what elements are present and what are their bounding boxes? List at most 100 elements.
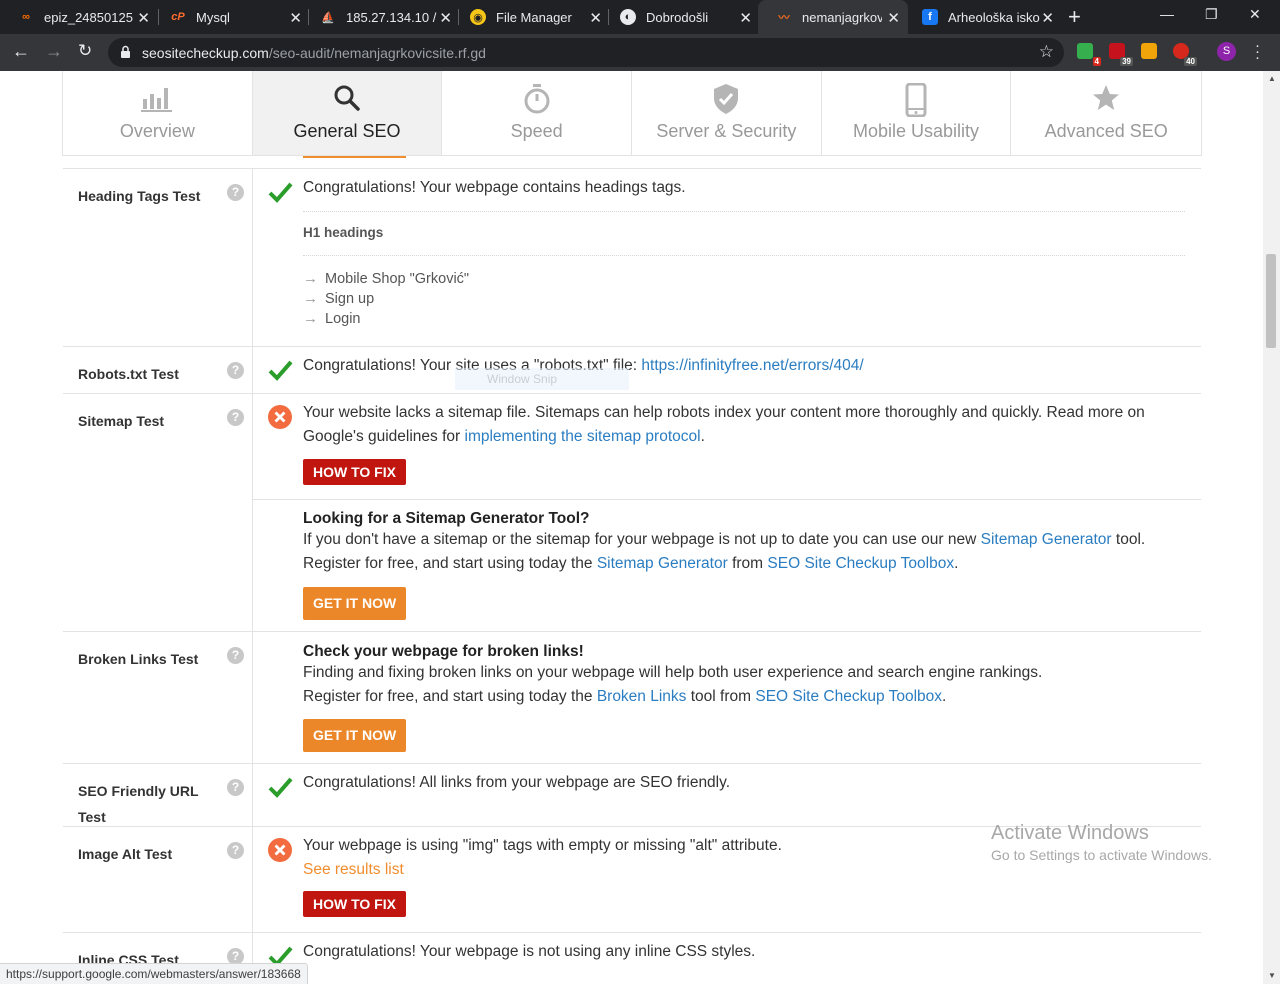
close-tab-icon[interactable]: ✕ — [739, 9, 752, 27]
status-bar-url: https://support.google.com/webmasters/an… — [0, 963, 308, 984]
tab-title: Dobrodošli — [646, 9, 709, 25]
test-name: SEO Friendly URL Test — [78, 783, 199, 825]
browser-tab-dobrodosli[interactable]: ◐ Dobrodošli ✕ — [602, 0, 760, 34]
close-tab-icon[interactable]: ✕ — [1041, 9, 1054, 27]
test-name: Broken Links Test — [78, 651, 199, 667]
how-to-fix-button[interactable]: HOW TO FIX — [303, 459, 406, 485]
browser-tab-mysql[interactable]: cP Mysql ✕ — [152, 0, 310, 34]
check-icon — [268, 777, 293, 798]
help-icon[interactable]: ? — [227, 362, 244, 379]
scroll-up-icon[interactable]: ▲ — [1268, 74, 1276, 83]
test-message: Congratulations! Your webpage is not usi… — [303, 943, 756, 960]
test-name: Image Alt Test — [78, 846, 173, 862]
tab-title: nemanjagrkovic — [802, 9, 882, 25]
how-to-fix-button[interactable]: HOW TO FIX — [303, 891, 406, 917]
star-icon — [1093, 85, 1120, 110]
help-icon[interactable]: ? — [227, 184, 244, 201]
browser-tab-file-manager[interactable]: ◉ File Manager ✕ — [452, 0, 610, 34]
help-icon[interactable]: ? — [227, 779, 244, 796]
profile-avatar[interactable]: S — [1217, 42, 1236, 61]
alert-extension-icon[interactable]: 40 — [1173, 43, 1197, 66]
url-text: seositecheckup.com/seo-audit/nemanjagrko… — [142, 45, 486, 61]
back-icon[interactable]: ← — [12, 41, 30, 62]
browser-tab-seositecheckup[interactable]: 〰 nemanjagrkovic ✕ — [758, 0, 908, 34]
robots-txt-row: Robots.txt Test? Congratulations! Your s… — [63, 346, 1201, 394]
close-tab-icon[interactable]: ✕ — [289, 9, 302, 27]
adguard-extension-icon[interactable]: 4 — [1077, 43, 1101, 66]
broken-links-title: Check your webpage for broken links! — [303, 643, 584, 660]
toolbox-link[interactable]: SEO Site Checkup Toolbox — [767, 555, 954, 572]
tab-server-security[interactable]: Server & Security — [632, 71, 822, 155]
browser-tab-epiz[interactable]: ∞ epiz_24850125 ( ✕ — [0, 0, 158, 34]
help-icon[interactable]: ? — [227, 842, 244, 859]
robots-link[interactable]: https://infinityfree.net/errors/404/ — [641, 357, 863, 374]
scrollbar-thumb[interactable] — [1266, 254, 1276, 348]
arrow-right-icon: → — [303, 270, 318, 287]
tab-speed[interactable]: Speed — [442, 71, 633, 155]
close-tab-icon[interactable]: ✕ — [439, 9, 452, 27]
reload-icon[interactable]: ↻ — [78, 41, 92, 61]
promo-text: If you don't have a sitemap or the sitem… — [303, 531, 1146, 572]
scroll-down-icon[interactable]: ▼ — [1268, 971, 1276, 980]
get-it-now-button[interactable]: GET IT NOW — [303, 587, 407, 620]
seo-category-nav: Overview General SEO Speed Server & Secu… — [62, 71, 1202, 156]
tab-overview[interactable]: Overview — [63, 71, 253, 155]
forward-icon[interactable]: → — [45, 41, 63, 62]
minimize-icon[interactable]: — — [1160, 6, 1174, 22]
cpanel-icon: cP — [171, 11, 185, 23]
broken-links-tool-link[interactable]: Broken Links — [597, 688, 687, 705]
test-message: Your webpage is using "img" tags with em… — [303, 837, 782, 854]
list-item: → Mobile Shop "Grković" — [303, 270, 470, 287]
infinity-icon: ∞ — [22, 11, 30, 23]
list-item: → Sign up — [303, 290, 375, 307]
browser-toolbar: ← → ↻ seositecheckup.com/seo-audit/neman… — [0, 34, 1280, 71]
see-results-link[interactable]: See results list — [303, 858, 404, 882]
tab-general-seo[interactable]: General SEO — [252, 71, 443, 155]
browser-tab-facebook[interactable]: f Arheološka isko ✕ — [904, 0, 1062, 34]
help-icon[interactable]: ? — [227, 647, 244, 664]
tab-title: File Manager — [496, 9, 572, 25]
close-tab-icon[interactable]: ✕ — [137, 9, 150, 27]
browser-menu-icon[interactable]: · · · — [1255, 38, 1260, 65]
divider — [303, 255, 1185, 256]
lock-icon — [121, 45, 130, 58]
sitemap-protocol-link[interactable]: implementing the sitemap protocol — [465, 428, 701, 445]
promo-title: Looking for a Sitemap Generator Tool? — [303, 510, 590, 527]
fail-x-icon — [268, 838, 292, 862]
get-it-now-button[interactable]: GET IT NOW — [303, 719, 407, 752]
abp-extension-icon[interactable]: 39 — [1109, 43, 1133, 66]
mobile-phone-icon — [905, 83, 927, 117]
tab-advanced-seo[interactable]: Advanced SEO — [1011, 71, 1201, 155]
sitemap-generator-link[interactable]: Sitemap Generator — [981, 531, 1112, 548]
new-tab-button[interactable]: + — [1068, 4, 1081, 30]
heading-tags-row: Heading Tags Test? Congratulations! Your… — [63, 168, 1201, 347]
browser-tab-phpmyadmin[interactable]: ⛵ 185.27.134.10 / ✕ — [302, 0, 460, 34]
help-icon[interactable]: ? — [227, 409, 244, 426]
facebook-icon: f — [922, 9, 938, 25]
page-scrollbar[interactable]: ▲ ▼ — [1263, 71, 1280, 984]
tab-mobile-usability[interactable]: Mobile Usability — [822, 71, 1012, 155]
test-message: Your website lacks a sitemap file. Sitem… — [303, 404, 1145, 445]
search-icon — [334, 85, 360, 111]
activate-subtitle: Go to Settings to activate Windows. — [991, 847, 1212, 863]
close-tab-icon[interactable]: ✕ — [589, 9, 602, 27]
extension-badge: 4 — [1092, 57, 1101, 66]
tab-label: Mobile Usability — [853, 121, 980, 141]
test-name: Robots.txt Test — [78, 366, 179, 382]
tab-label: General SEO — [293, 121, 401, 141]
check-icon — [268, 360, 293, 381]
arrow-right-icon: → — [303, 310, 318, 327]
address-bar[interactable]: seositecheckup.com/seo-audit/nemanjagrko… — [108, 38, 1064, 67]
close-tab-icon[interactable]: ✕ — [887, 9, 900, 27]
toolbox-link[interactable]: SEO Site Checkup Toolbox — [755, 688, 942, 705]
test-name: Sitemap Test — [78, 413, 165, 429]
shopping-extension-icon[interactable] — [1141, 43, 1157, 59]
window-close-icon[interactable]: ✕ — [1249, 6, 1261, 23]
test-message: Finding and fixing broken links on your … — [303, 664, 1043, 705]
seo-friendly-url-row: SEO Friendly URL Test? Congratulations! … — [63, 763, 1201, 827]
broken-links-row: Broken Links Test? Check your webpage fo… — [63, 631, 1201, 764]
restore-icon[interactable]: ❐ — [1205, 6, 1218, 23]
sitemap-row: Sitemap Test? Your website lacks a sitem… — [63, 393, 1201, 632]
bookmark-star-icon[interactable]: ☆ — [1039, 42, 1054, 62]
sitemap-generator-link[interactable]: Sitemap Generator — [597, 555, 728, 572]
